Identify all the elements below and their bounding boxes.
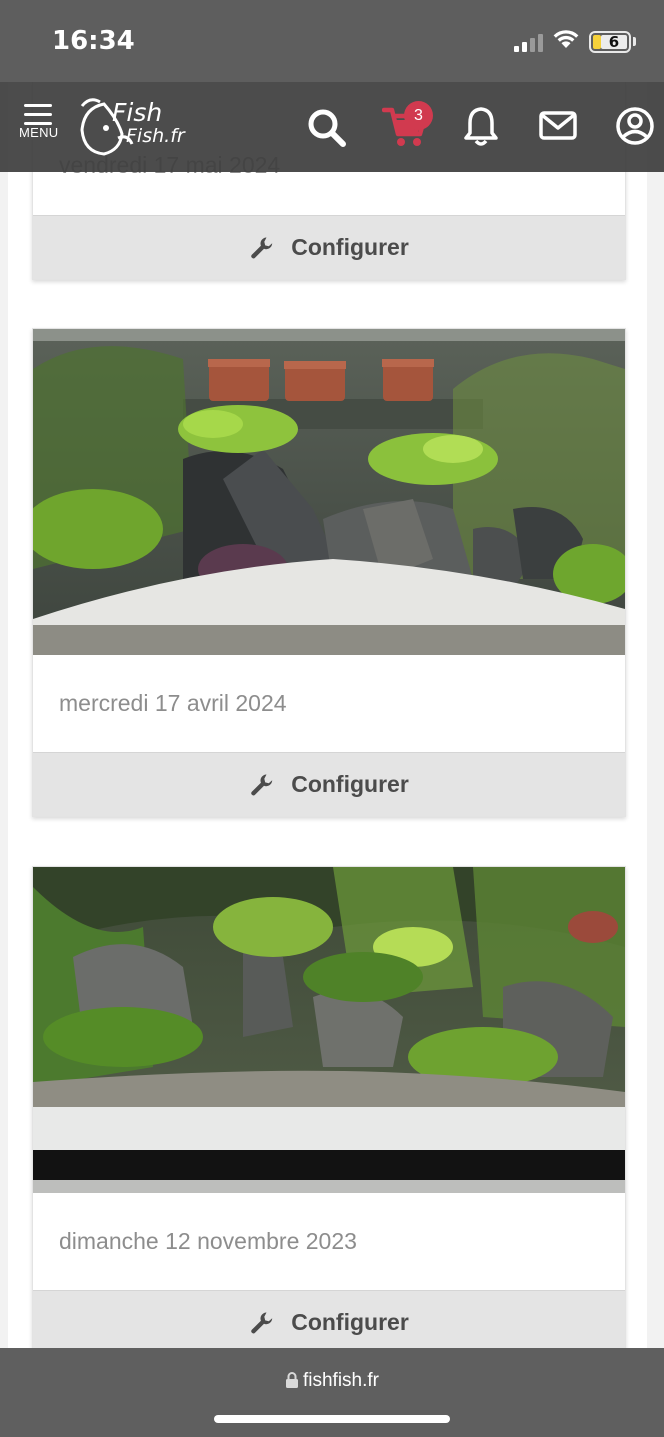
- top-navbar: MENU Fish Fish.fr: [0, 82, 664, 172]
- browser-url-bar[interactable]: fishfish.fr: [0, 1348, 664, 1437]
- mail-icon[interactable]: [538, 104, 578, 148]
- battery-icon: 6: [589, 31, 631, 53]
- bell-icon[interactable]: [462, 104, 500, 148]
- wrench-icon: [251, 1312, 273, 1333]
- wrench-icon: [251, 236, 273, 258]
- menu-label: MENU: [19, 125, 59, 140]
- user-icon[interactable]: [614, 104, 656, 148]
- aquarium-card: mercredi 17 avril 2024 Configurer: [32, 328, 626, 817]
- url-display[interactable]: fishfish.fr: [0, 1370, 664, 1392]
- page-content: vendredi 17 mai 2024 Configurer: [8, 82, 647, 1348]
- logo-text-line2: Fish.fr: [126, 125, 185, 147]
- search-icon[interactable]: [307, 104, 347, 148]
- lock-icon: [285, 1372, 298, 1388]
- status-bar: 16:34 6: [0, 0, 664, 82]
- card-date: mercredi 17 avril 2024: [59, 690, 287, 716]
- configure-button[interactable]: Configurer: [33, 1290, 625, 1348]
- site-logo[interactable]: Fish Fish.fr: [74, 94, 198, 160]
- scrollbar-track[interactable]: [647, 82, 664, 1348]
- aquarium-card: dimanche 12 novembre 2023 Configurer: [32, 866, 626, 1348]
- configure-button-label: Configurer: [291, 1309, 409, 1335]
- cart-count-badge: 3: [404, 101, 433, 130]
- configure-button[interactable]: Configurer: [33, 215, 625, 279]
- configure-button-label: Configurer: [291, 771, 409, 797]
- battery-level: 6: [601, 35, 627, 50]
- url-text: fishfish.fr: [302, 1370, 380, 1391]
- logo-text-line1: Fish: [112, 98, 163, 127]
- wifi-icon: [553, 30, 579, 48]
- aquarium-photo[interactable]: [33, 329, 625, 655]
- menu-button[interactable]: MENU: [18, 102, 64, 152]
- status-time: 16:34: [52, 26, 135, 56]
- card-date: dimanche 12 novembre 2023: [59, 1228, 357, 1254]
- wrench-icon: [251, 774, 273, 795]
- configure-button-label: Configurer: [291, 234, 409, 260]
- aquarium-photo[interactable]: [33, 867, 625, 1193]
- battery-tip: [633, 37, 636, 46]
- configure-button[interactable]: Configurer: [33, 752, 625, 816]
- cellular-signal-icon: [514, 32, 543, 52]
- home-indicator[interactable]: [214, 1415, 450, 1423]
